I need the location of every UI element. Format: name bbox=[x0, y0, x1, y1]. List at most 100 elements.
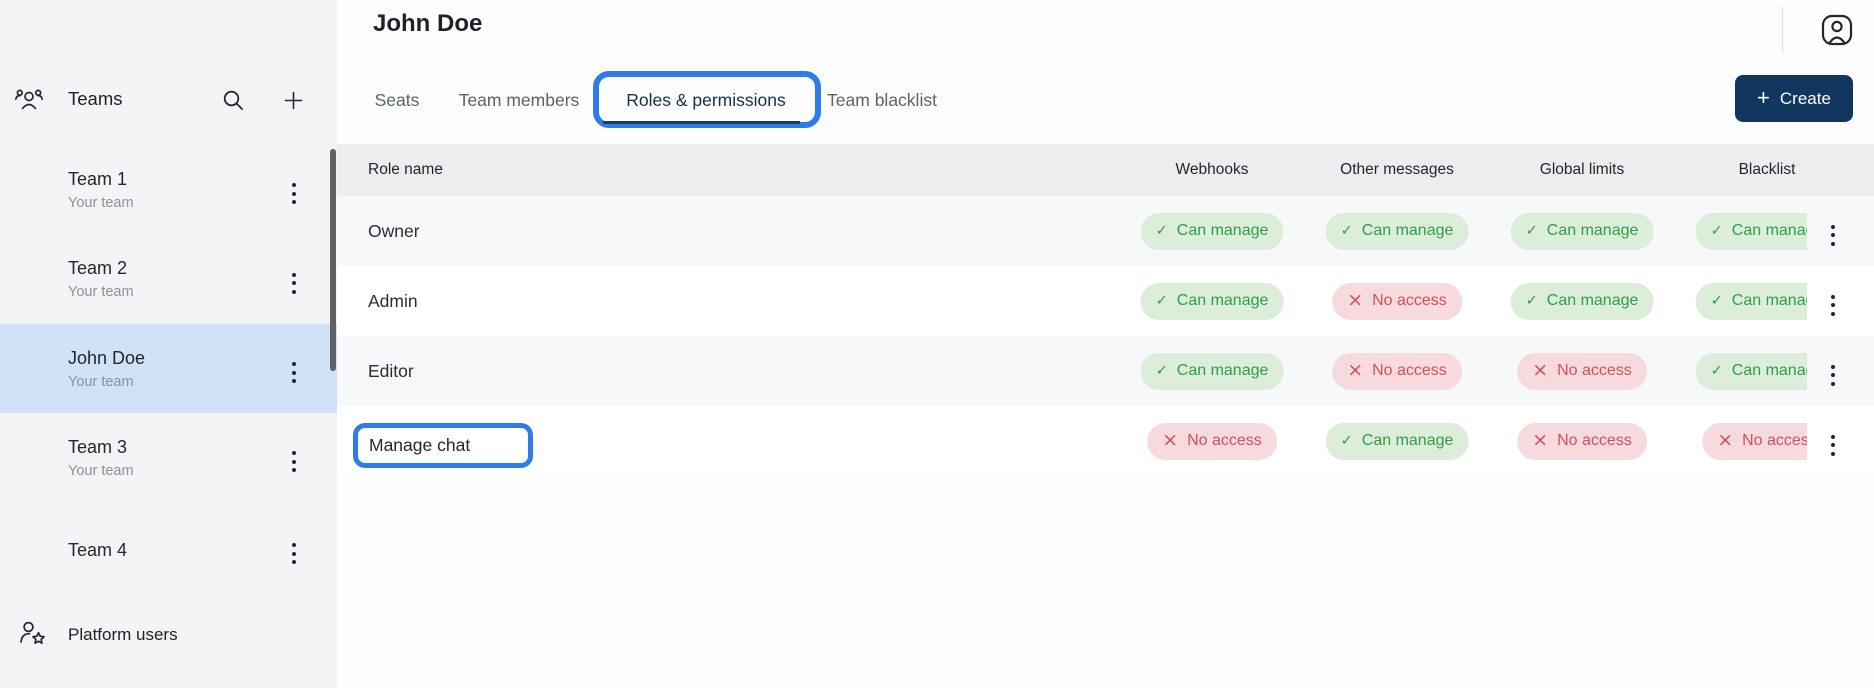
permission-badge-label: No access bbox=[1742, 432, 1807, 450]
permission-badge-yes: ✓ Can manage bbox=[1696, 213, 1807, 250]
kebab-dot bbox=[1831, 295, 1835, 299]
check-icon: ✓ bbox=[1156, 294, 1168, 309]
create-button-label: Create bbox=[1780, 89, 1831, 109]
permission-badge-yes: ✓ Can manage bbox=[1326, 213, 1469, 250]
check-icon: ✓ bbox=[1341, 224, 1353, 239]
x-icon: × bbox=[1532, 361, 1548, 380]
kebab-dot bbox=[292, 192, 296, 196]
add-team-button[interactable] bbox=[281, 88, 306, 113]
kebab-dot bbox=[292, 200, 296, 204]
permission-badge-no: × No access bbox=[1517, 423, 1647, 460]
row-menu-button[interactable] bbox=[1827, 431, 1839, 460]
plus-icon: + bbox=[1757, 89, 1770, 107]
kebab-dot bbox=[1831, 312, 1835, 316]
kebab-dot bbox=[292, 371, 296, 375]
permission-badge-label: Can manage bbox=[1732, 222, 1807, 240]
permission-badge-no: ×No access bbox=[1332, 283, 1462, 320]
permission-badge-no: ×No access bbox=[1517, 353, 1647, 390]
permission-badge-label: No access bbox=[1372, 292, 1447, 310]
search-icon[interactable] bbox=[221, 88, 246, 113]
create-button[interactable]: + Create bbox=[1735, 75, 1853, 122]
permission-badge-yes: ✓ Can manage bbox=[1141, 213, 1284, 250]
table-header-row bbox=[337, 144, 1874, 196]
kebab-dot bbox=[1831, 303, 1835, 307]
row-menu-button[interactable] bbox=[1827, 361, 1839, 390]
check-icon: ✓ bbox=[1711, 364, 1723, 379]
permission-badge-label: Can manage bbox=[1732, 362, 1807, 380]
permission-badge-label: No access bbox=[1557, 432, 1632, 450]
role-name-input[interactable]: Manage chat bbox=[358, 428, 528, 463]
platform-users-icon bbox=[18, 619, 48, 649]
kebab-dot bbox=[292, 362, 296, 366]
check-icon: ✓ bbox=[1526, 224, 1538, 239]
permission-badge-no: × No access bbox=[1147, 423, 1277, 460]
permission-badge-label: Can manage bbox=[1177, 222, 1269, 240]
app-window: Teams Team 1Your teamTeam 2Your teamJohn… bbox=[0, 0, 1874, 688]
x-icon: × bbox=[1717, 431, 1733, 450]
check-icon: ✓ bbox=[1341, 434, 1353, 449]
x-icon: × bbox=[1162, 431, 1178, 450]
permission-badge-yes: ✓ Can manage bbox=[1696, 283, 1807, 320]
permission-badge-label: No access bbox=[1187, 432, 1262, 450]
team-item-team-1[interactable]: Team 1Your team bbox=[0, 145, 337, 234]
permission-badge-label: Can manage bbox=[1177, 362, 1269, 380]
active-tab-underline bbox=[603, 121, 800, 124]
permission-badge-no: × No access bbox=[1702, 423, 1807, 460]
kebab-dot bbox=[1831, 373, 1835, 377]
team-item-menu-button[interactable] bbox=[288, 269, 300, 298]
kebab-dot bbox=[292, 560, 296, 564]
kebab-dot bbox=[292, 379, 296, 383]
teams-group-icon bbox=[13, 86, 45, 114]
kebab-dot bbox=[292, 451, 296, 455]
kebab-dot bbox=[292, 468, 296, 472]
kebab-dot bbox=[292, 460, 296, 464]
team-item-team-2[interactable]: Team 2Your team bbox=[0, 234, 337, 324]
kebab-dot bbox=[1831, 225, 1835, 229]
team-item-menu-button[interactable] bbox=[288, 358, 300, 387]
tab-team-members[interactable]: Team members bbox=[459, 90, 580, 111]
permission-badge-no: ×No access bbox=[1332, 353, 1462, 390]
row-menu-button[interactable] bbox=[1827, 221, 1839, 250]
check-icon: ✓ bbox=[1711, 294, 1723, 309]
team-item-team-3[interactable]: Team 3Your team bbox=[0, 413, 337, 502]
kebab-dot bbox=[292, 552, 296, 556]
sidebar-scrollbar[interactable] bbox=[330, 149, 336, 371]
team-item-team-4[interactable]: Team 4 bbox=[0, 511, 337, 588]
tab-roles-permissions[interactable]: Roles & permissions bbox=[626, 90, 786, 111]
permission-badge-label: Can manage bbox=[1362, 222, 1454, 240]
role-name-cell: Editor bbox=[368, 336, 414, 406]
team-item-menu-button[interactable] bbox=[288, 539, 300, 568]
row-menu-button[interactable] bbox=[1827, 291, 1839, 320]
permission-badge-label: No access bbox=[1372, 362, 1447, 380]
sidebar-item-platform-users[interactable]: Platform users bbox=[0, 610, 337, 662]
kebab-dot bbox=[292, 543, 296, 547]
team-item-menu-button[interactable] bbox=[288, 447, 300, 476]
column-header-other-messages: Other messages bbox=[1340, 144, 1454, 196]
check-icon: ✓ bbox=[1156, 224, 1168, 239]
x-icon: × bbox=[1532, 431, 1548, 450]
permission-badge-label: Can manage bbox=[1547, 222, 1639, 240]
permission-badge-yes: ✓Can manage bbox=[1141, 283, 1284, 320]
tab-seats[interactable]: Seats bbox=[375, 90, 420, 111]
team-item-menu-button[interactable] bbox=[288, 179, 300, 208]
kebab-dot bbox=[1831, 443, 1835, 447]
permission-badge-label: Can manage bbox=[1547, 292, 1639, 310]
permission-badge-label: Can manage bbox=[1732, 292, 1807, 310]
kebab-dot bbox=[292, 183, 296, 187]
role-name-cell: Admin bbox=[368, 266, 418, 336]
check-icon: ✓ bbox=[1711, 224, 1723, 239]
kebab-dot bbox=[1831, 365, 1835, 369]
kebab-dot bbox=[1831, 452, 1835, 456]
permission-badge-yes: ✓Can manage bbox=[1326, 423, 1469, 460]
column-header-webhooks: Webhooks bbox=[1176, 144, 1249, 196]
kebab-dot bbox=[292, 273, 296, 277]
kebab-dot bbox=[1831, 242, 1835, 246]
platform-users-label: Platform users bbox=[68, 625, 178, 645]
account-button[interactable] bbox=[1819, 13, 1855, 47]
permission-badge-yes: ✓ Can manage bbox=[1511, 213, 1654, 250]
sidebar-header: Teams bbox=[0, 84, 337, 118]
column-header-global-limits: Global limits bbox=[1540, 144, 1624, 196]
permission-badge-yes: ✓Can manage bbox=[1511, 283, 1654, 320]
team-item-john-doe[interactable]: John DoeYour team bbox=[0, 324, 337, 413]
tab-team-blacklist[interactable]: Team blacklist bbox=[827, 90, 937, 111]
